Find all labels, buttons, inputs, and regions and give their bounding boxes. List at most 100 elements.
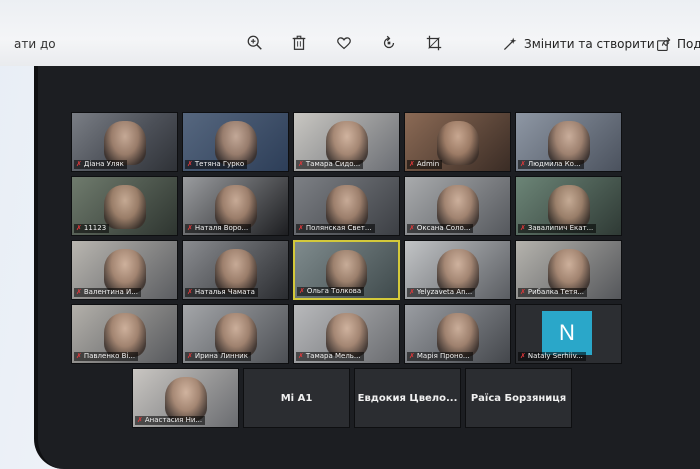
muted-mic-icon: ✗ <box>76 352 82 360</box>
participant-video <box>214 121 257 166</box>
muted-mic-icon: ✗ <box>409 352 415 360</box>
rotate-icon[interactable] <box>378 32 400 54</box>
participant-name: Евдокия Цвело... <box>357 392 458 404</box>
participant-tile: ✗ Діана Уляк <box>71 112 178 172</box>
muted-mic-icon: ✗ <box>187 224 193 232</box>
favorite-heart-icon[interactable] <box>333 32 355 54</box>
muted-mic-icon: ✗ <box>409 160 415 168</box>
participant-name: 11123 <box>83 224 107 232</box>
back-label[interactable]: ати до <box>14 37 56 51</box>
participant-tile-name-only: Mi A1 <box>243 368 350 428</box>
participant-name: Тетяна Гурко <box>194 160 245 168</box>
participant-name: Рибалка Тетя... <box>527 288 585 296</box>
delete-icon[interactable] <box>288 32 310 54</box>
participant-name: Полянская Свет... <box>305 224 372 232</box>
participant-name: Діана Уляк <box>83 160 124 168</box>
participant-tile: ✗ Марія Проно... <box>404 304 511 364</box>
participant-name: Mi A1 <box>280 392 313 404</box>
participant-video <box>436 313 479 358</box>
participant-tile-name-only: Раїса Борзяниця <box>465 368 572 428</box>
participant-name: Анастасия Ни... <box>144 416 203 424</box>
participant-tile: ✗ 11123 <box>71 176 178 236</box>
avatar: N <box>542 311 592 355</box>
participant-tile: ✗ Оксана Соло... <box>404 176 511 236</box>
participant-tile: ✗ Тетяна Гурко <box>182 112 289 172</box>
participant-tile-active-speaker: ✗ Ольга Толкова <box>293 240 400 300</box>
muted-mic-icon: ✗ <box>520 224 526 232</box>
muted-mic-icon: ✗ <box>298 352 304 360</box>
participant-name: Людмила Ко... <box>527 160 581 168</box>
participant-name: Yelyzaveta An... <box>416 288 473 296</box>
participant-video <box>547 185 590 230</box>
edit-and-create-menu[interactable]: Змінити та створити <box>502 34 671 54</box>
muted-mic-icon: ✗ <box>298 224 304 232</box>
participant-name: Nataly Serhiiv... <box>527 352 583 360</box>
participant-video <box>103 249 146 294</box>
muted-mic-icon: ✗ <box>76 160 82 168</box>
participant-name: Ольга Толкова <box>306 287 362 295</box>
share-label: Под <box>677 37 700 51</box>
participant-tile-name-only: Евдокия Цвело... <box>354 368 461 428</box>
monitor-screen: ✗ Діана Уляк ✗ Тетяна Гурко ✗ Тамара Сидо..… <box>34 66 700 469</box>
participant-tile: ✗ Ирина Линник <box>182 304 289 364</box>
participant-video <box>164 377 207 422</box>
muted-mic-icon: ✗ <box>299 287 305 295</box>
participant-tile: ✗ Павленко Ві... <box>71 304 178 364</box>
muted-mic-icon: ✗ <box>520 160 526 168</box>
muted-mic-icon: ✗ <box>76 224 82 232</box>
participant-name: Валентина И... <box>83 288 138 296</box>
participant-video <box>436 249 479 294</box>
participant-tile: ✗ Тамара Мель... <box>293 304 400 364</box>
participant-video <box>436 121 479 166</box>
participant-tile: ✗ Полянская Свет... <box>293 176 400 236</box>
participant-video <box>214 185 257 230</box>
participant-video <box>103 121 146 166</box>
participant-name: Марія Проно... <box>416 352 470 360</box>
participant-name: Admin <box>416 160 440 168</box>
participant-video <box>325 249 368 293</box>
crop-icon[interactable] <box>423 32 445 54</box>
muted-mic-icon: ✗ <box>520 288 526 296</box>
participant-tile-avatar: N ✗ Nataly Serhiiv... <box>515 304 622 364</box>
participant-tile: ✗ Анастасия Ни... <box>132 368 239 428</box>
participant-tile: ✗ Наталя Воро... <box>182 176 289 236</box>
participant-video <box>547 121 590 166</box>
participant-video <box>214 249 257 294</box>
participant-name: Наталья Чамата <box>194 288 255 296</box>
share-icon <box>657 37 671 51</box>
participant-tile: ✗ Наталья Чамата <box>182 240 289 300</box>
participant-tile: ✗ Людмила Ко... <box>515 112 622 172</box>
muted-mic-icon: ✗ <box>187 160 193 168</box>
participant-tile: ✗ Yelyzaveta An... <box>404 240 511 300</box>
participant-video <box>103 313 146 358</box>
muted-mic-icon: ✗ <box>76 288 82 296</box>
muted-mic-icon: ✗ <box>409 288 415 296</box>
participant-name: Наталя Воро... <box>194 224 249 232</box>
muted-mic-icon: ✗ <box>137 416 143 424</box>
muted-mic-icon: ✗ <box>409 224 415 232</box>
muted-mic-icon: ✗ <box>187 352 193 360</box>
participant-tile: ✗ Завалипич Екат... <box>515 176 622 236</box>
participant-video <box>325 185 368 230</box>
participant-name: Ирина Линник <box>194 352 248 360</box>
participant-tile: ✗ Admin <box>404 112 511 172</box>
share-button[interactable]: Под <box>656 34 700 54</box>
participant-name: Тамара Сидо... <box>305 160 361 168</box>
participant-video <box>214 313 257 358</box>
zoom-in-icon[interactable] <box>244 32 266 54</box>
participant-name: Раїса Борзяниця <box>470 392 567 404</box>
edit-magic-icon <box>503 37 517 51</box>
participant-video <box>103 185 146 230</box>
participant-name: Завалипич Екат... <box>527 224 594 232</box>
muted-mic-icon: ✗ <box>298 160 304 168</box>
participant-name: Тамара Мель... <box>305 352 361 360</box>
participant-tile: ✗ Валентина И... <box>71 240 178 300</box>
participant-video <box>325 121 368 166</box>
participant-tile: ✗ Тамара Сидо... <box>293 112 400 172</box>
participant-video <box>436 185 479 230</box>
participant-video <box>547 249 590 294</box>
muted-mic-icon: ✗ <box>187 288 193 296</box>
participant-name: Оксана Соло... <box>416 224 471 232</box>
participant-video <box>325 313 368 358</box>
participant-name: Павленко Ві... <box>83 352 136 360</box>
